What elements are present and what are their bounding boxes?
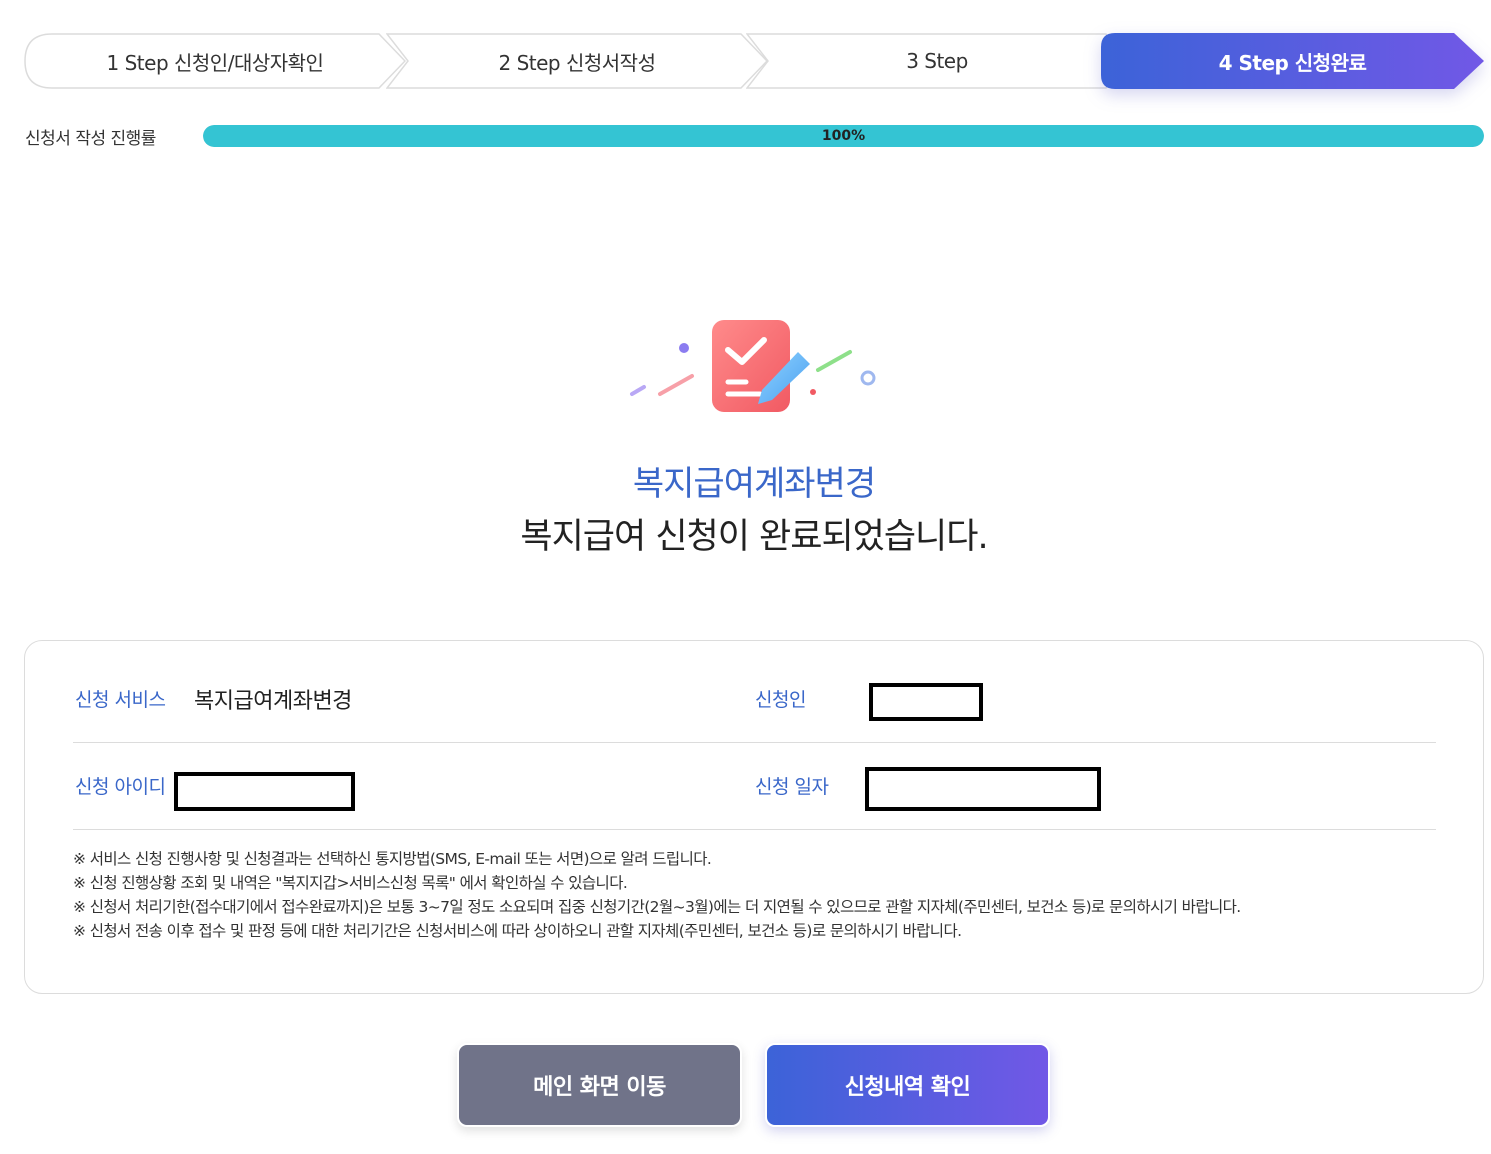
step-3-label: 3 Step	[906, 49, 968, 73]
applicant-value-redacted	[869, 683, 983, 721]
application-date-value-redacted	[865, 767, 1101, 811]
notice-item: ※ 신청서 처리기한(접수대기에서 접수완료까지)은 보통 3~7일 정도 소요…	[73, 898, 1241, 916]
go-main-button[interactable]: 메인 화면 이동	[457, 1043, 742, 1127]
step-2: 2 Step 신청서작성	[386, 33, 768, 89]
progress-value: 100%	[821, 128, 866, 144]
progress-bar: 100%	[203, 125, 1484, 147]
step-1: 1 Step 신청인/대상자확인	[24, 33, 406, 89]
step-4-active: 4 Step 신청완료	[1101, 33, 1484, 89]
service-title: 복지급여계좌변경	[632, 464, 876, 504]
document-check-icon	[630, 320, 876, 412]
notice-item: ※ 신청 진행상황 조회 및 내역은 "복지지갑>서비스신청 목록" 에서 확인…	[73, 874, 628, 892]
step-2-label: 2 Step 신청서작성	[498, 50, 656, 75]
application-complete-page: 1 Step 신청인/대상자확인 2 Step 신청서작성 3 Step 4 S…	[0, 0, 1491, 1154]
info-row-2: 신청 아이디 신청 일자	[73, 742, 1436, 830]
applicant-label: 신청인	[755, 689, 806, 711]
step-4-label: 4 Step 신청완료	[1218, 50, 1367, 75]
step-3: 3 Step	[746, 33, 1128, 89]
notice-item: ※ 신청서 전송 이후 접수 및 판정 등에 대한 처리기간은 신청서비스에 따…	[73, 922, 962, 940]
service-value: 복지급여계좌변경	[194, 689, 352, 714]
notice-list: ※ 서비스 신청 진행사항 및 신청결과는 선택하신 통지방법(SMS, E-m…	[73, 847, 1453, 943]
view-history-button[interactable]: 신청내역 확인	[765, 1043, 1050, 1127]
info-row-1: 신청 서비스 복지급여계좌변경 신청인	[73, 655, 1436, 743]
step-indicator: 1 Step 신청인/대상자확인 2 Step 신청서작성 3 Step 4 S…	[24, 33, 1484, 89]
applicant-id-label: 신청 아이디	[75, 776, 166, 798]
step-1-label: 1 Step 신청인/대상자확인	[106, 50, 324, 75]
application-date-label: 신청 일자	[755, 776, 829, 798]
applicant-id-value-redacted	[174, 772, 355, 811]
completion-message: 복지급여 신청이 완료되었습니다.	[520, 517, 988, 557]
progress-label: 신청서 작성 진행률	[25, 129, 156, 149]
notice-item: ※ 서비스 신청 진행사항 및 신청결과는 선택하신 통지방법(SMS, E-m…	[73, 850, 712, 868]
service-label: 신청 서비스	[75, 689, 166, 711]
application-info-card: 신청 서비스 복지급여계좌변경 신청인 신청 아이디 신청 일자 ※ 서비스 신…	[24, 640, 1484, 994]
